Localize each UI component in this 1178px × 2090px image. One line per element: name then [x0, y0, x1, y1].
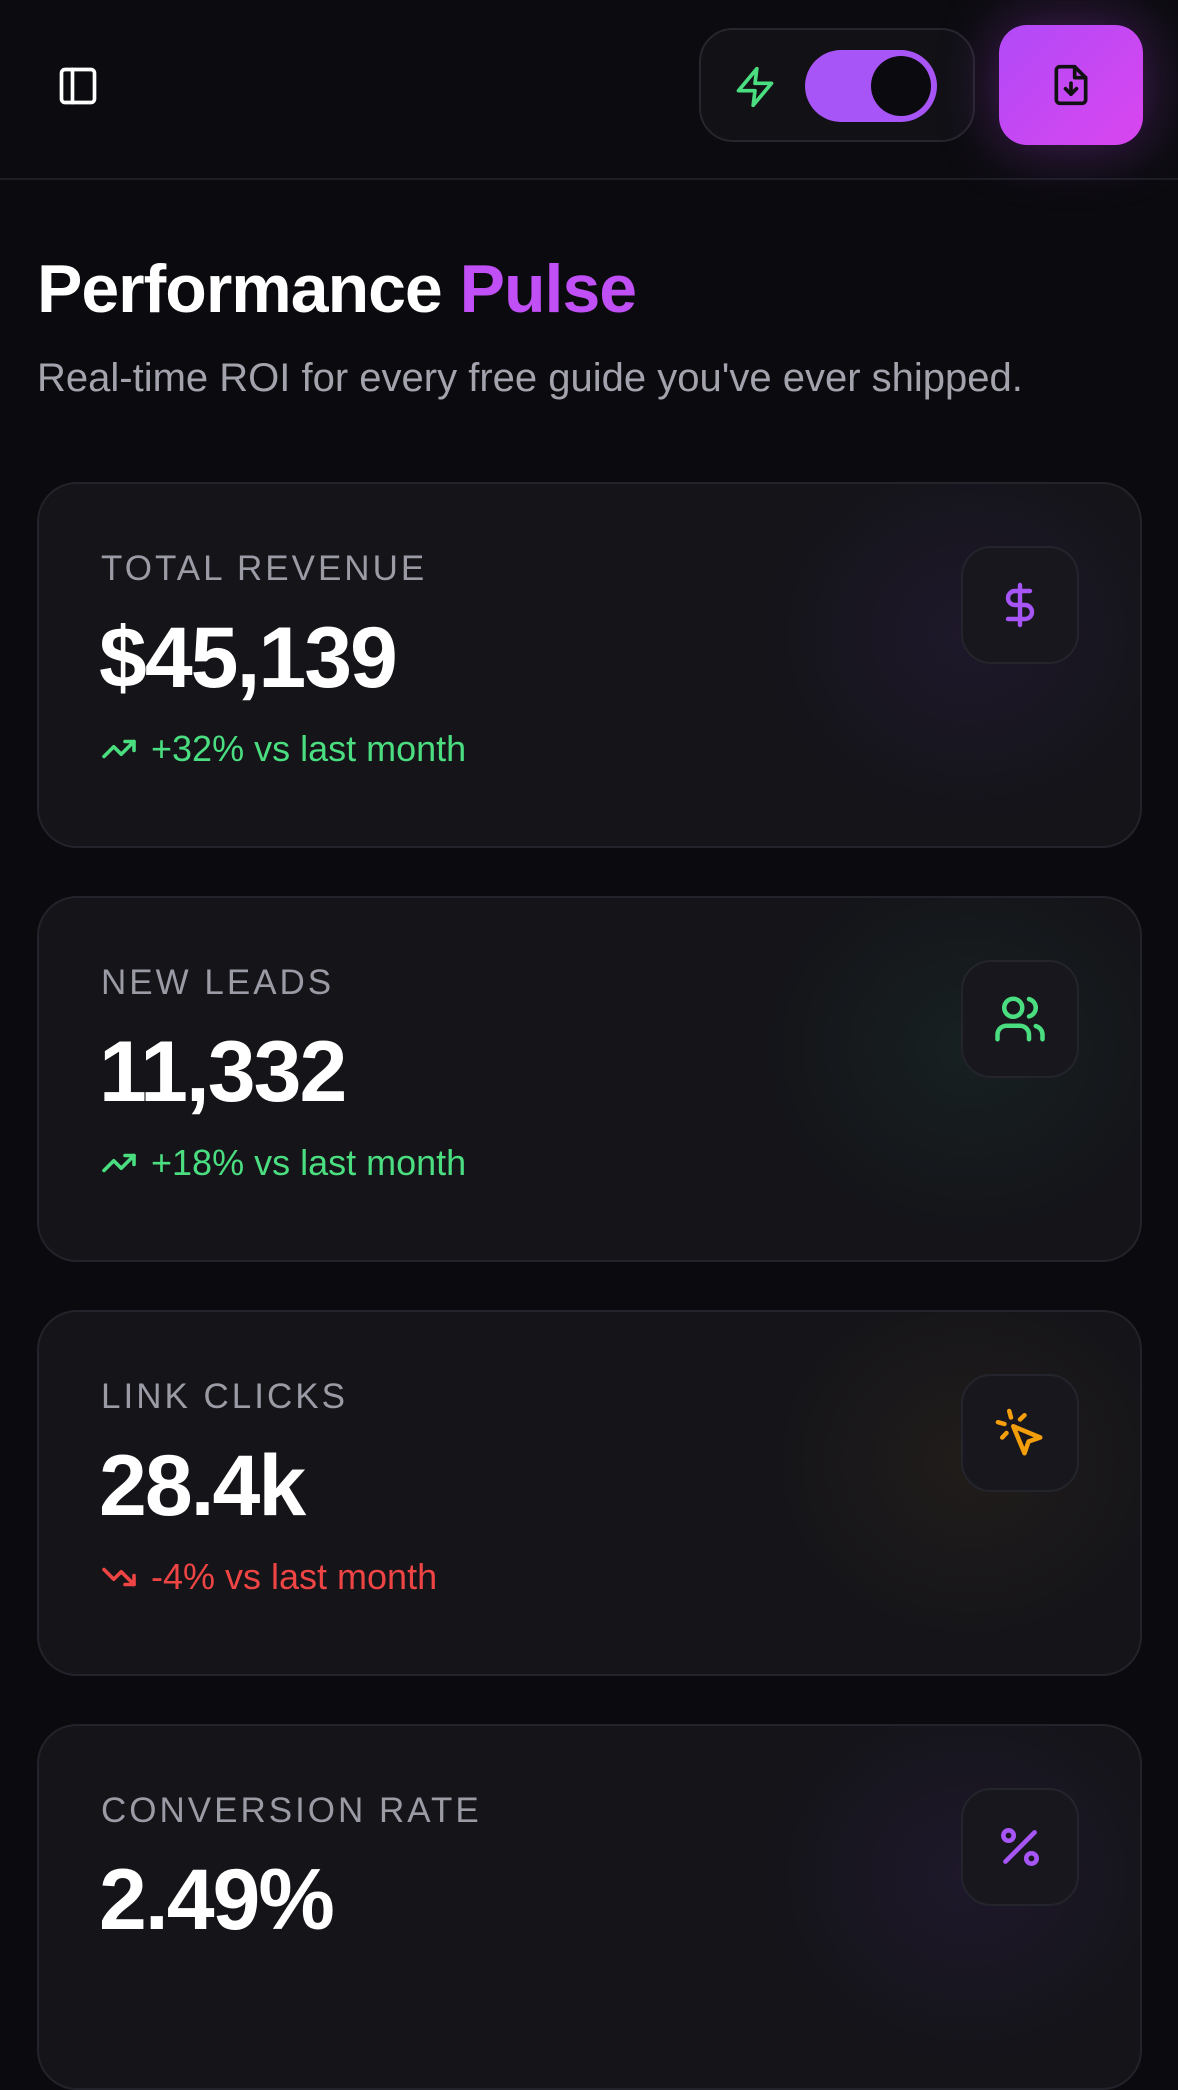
metric-trend: +32% vs last month: [101, 728, 466, 770]
metric-card-conversion-rate: CONVERSION RATE 2.49%: [37, 1724, 1142, 2090]
metric-trend-text: +18% vs last month: [151, 1142, 467, 1183]
metric-card-link-clicks: LINK CLICKS 28.4k -4% vs last month: [37, 1310, 1142, 1676]
dollar-icon: [1005, 582, 1035, 628]
trend-down-icon: [102, 1567, 136, 1587]
file-download-icon: [1054, 64, 1088, 106]
metric-label: CONVERSION RATE: [101, 1791, 482, 1830]
export-button[interactable]: [999, 25, 1143, 145]
page-title: Performance Pulse: [37, 250, 637, 328]
metric-value: $45,139: [99, 610, 398, 706]
page-title-main: Performance: [37, 251, 443, 327]
page-title-accent: Pulse: [459, 251, 637, 327]
metric-icon-tile: [961, 960, 1079, 1078]
page-subtitle: Real-time ROI for every free guide you'v…: [37, 356, 1023, 400]
metric-label: LINK CLICKS: [101, 1377, 348, 1416]
bolt-icon: [736, 66, 774, 108]
percent-icon: [1001, 1828, 1039, 1866]
toggle-knob: [871, 56, 931, 116]
metric-card-total-revenue: TOTAL REVENUE $45,139 +32% vs last month: [37, 482, 1142, 848]
top-bar: [0, 0, 1178, 180]
metric-icon-tile: [961, 546, 1079, 664]
metric-value: 2.49%: [99, 1852, 335, 1948]
metric-card-new-leads: NEW LEADS 11,332 +18% vs last month: [37, 896, 1142, 1262]
metric-icon-tile: [961, 1788, 1079, 1906]
mode-control-group: [699, 28, 975, 142]
trend-up-icon: [102, 1153, 136, 1173]
metric-trend: +18% vs last month: [101, 1142, 466, 1184]
cursor-click-icon: [995, 1408, 1043, 1456]
metric-value: 28.4k: [99, 1438, 306, 1534]
metric-value: 11,332: [99, 1024, 347, 1120]
sidebar-toggle-icon: [59, 67, 97, 105]
live-mode-toggle[interactable]: [805, 50, 937, 122]
metric-label: TOTAL REVENUE: [101, 549, 428, 588]
metric-trend-text: -4% vs last month: [151, 1556, 438, 1597]
metric-trend-text: +32% vs last month: [151, 728, 467, 769]
metric-icon-tile: [961, 1374, 1079, 1492]
sidebar-toggle-button[interactable]: [52, 60, 104, 112]
users-icon: [995, 996, 1045, 1042]
metric-label: NEW LEADS: [101, 963, 335, 1002]
metric-trend: -4% vs last month: [101, 1556, 437, 1598]
trend-up-icon: [102, 739, 136, 759]
